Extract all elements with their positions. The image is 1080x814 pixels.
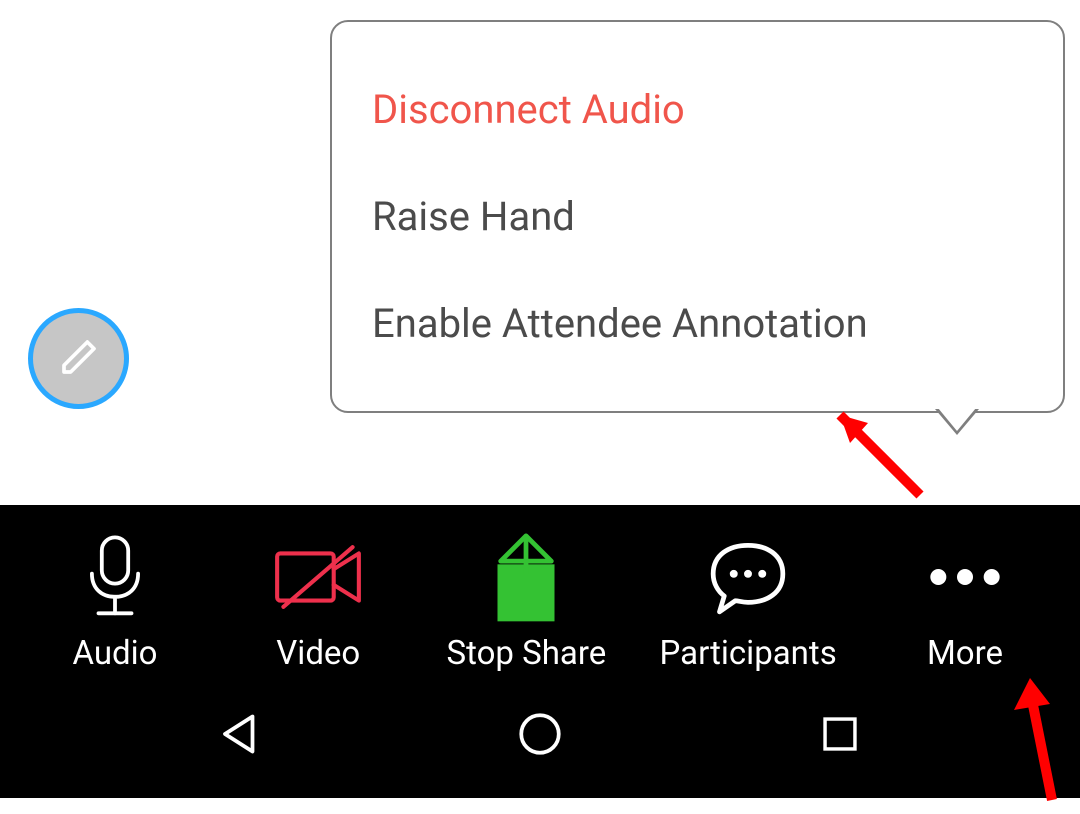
popup-tail: [935, 409, 979, 435]
participants-button[interactable]: Participants: [660, 534, 837, 673]
share-up-icon: [488, 532, 564, 626]
more-menu-popup: Disconnect Audio Raise Hand Enable Atten…: [330, 20, 1065, 413]
annotate-pencil-button[interactable]: [28, 308, 129, 409]
bottom-toolbar: Audio Video: [0, 505, 1080, 798]
nav-home-button[interactable]: [505, 701, 575, 771]
menu-item-disconnect-audio[interactable]: Disconnect Audio: [372, 56, 1023, 163]
android-nav-bar: [0, 685, 1080, 798]
audio-label: Audio: [73, 634, 158, 673]
chat-bubble-icon: [703, 539, 793, 619]
menu-item-enable-annotation[interactable]: Enable Attendee Annotation: [372, 270, 1023, 377]
more-dots-icon: [925, 562, 1005, 596]
nav-recent-button[interactable]: [805, 701, 875, 771]
recent-square-icon: [817, 711, 863, 761]
stop-share-label: Stop Share: [447, 634, 607, 673]
video-label: Video: [276, 634, 360, 673]
more-button[interactable]: More: [890, 534, 1040, 673]
stop-share-button[interactable]: Stop Share: [447, 534, 607, 673]
content-area: Disconnect Audio Raise Hand Enable Atten…: [0, 0, 1080, 505]
more-label: More: [927, 634, 1003, 673]
back-triangle-icon: [215, 709, 265, 763]
video-off-icon: [270, 544, 366, 614]
audio-button[interactable]: Audio: [40, 534, 190, 673]
participants-label: Participants: [660, 634, 837, 673]
menu-item-raise-hand[interactable]: Raise Hand: [372, 163, 1023, 270]
microphone-icon: [82, 534, 148, 624]
nav-back-button[interactable]: [205, 701, 275, 771]
video-button[interactable]: Video: [243, 534, 393, 673]
pencil-icon: [59, 337, 99, 381]
home-circle-icon: [515, 709, 565, 763]
